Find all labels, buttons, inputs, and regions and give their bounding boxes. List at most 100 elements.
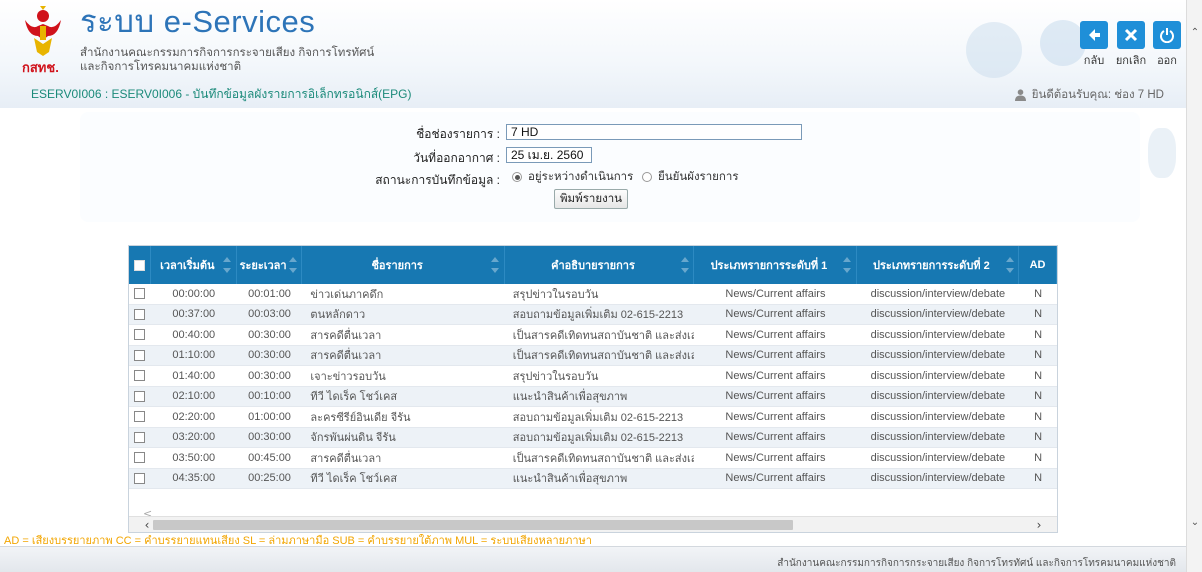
- table-row[interactable]: 03:50:00 00:45:00 สารคดีตื่นเวลา เป็นสาร…: [129, 448, 1057, 469]
- row-checkbox[interactable]: [134, 288, 146, 300]
- cancel-label[interactable]: ยกเลิก: [1111, 51, 1151, 69]
- cell-program-name: สารคดีตื่นเวลา: [310, 452, 382, 465]
- background-monitor-icon: [966, 22, 1022, 78]
- table-row[interactable]: 01:40:00 00:30:00 เจาะข่าวรอบวัน สรุปข่า…: [129, 366, 1057, 387]
- table-row[interactable]: 01:10:00 00:30:00 สารคดีตื่นเวลา เป็นสาร…: [129, 345, 1057, 366]
- date-label: วันที่ออกอากาศ :: [413, 151, 500, 165]
- cell-category-1: News/Current affairs: [725, 451, 826, 464]
- col-header-label: คำอธิบายรายการ: [551, 260, 635, 272]
- cell-description: เป็นสารคดีเทิดทนสถาบันชาติ และส่งเสริมวิ…: [512, 350, 694, 363]
- radio-selected-icon[interactable]: [512, 172, 522, 182]
- radio-unselected-icon[interactable]: [642, 172, 652, 182]
- select-all-checkbox[interactable]: [133, 259, 145, 271]
- cell-program-name: สารคดีตื่นเวลา: [310, 350, 382, 363]
- cell-duration: 00:30:00: [248, 431, 291, 444]
- cell-program-name: ข่าวเด่นภาคดึก: [310, 288, 384, 301]
- col-header-label: เวลาเริ่มต้น: [160, 260, 215, 272]
- row-checkbox[interactable]: [134, 411, 146, 423]
- cell-description: แนะนำสินค้าเพื่อสุขภาพ: [512, 391, 628, 404]
- cell-ad: N: [1034, 451, 1043, 464]
- cell-category-2: discussion/interview/debate: [870, 287, 1006, 300]
- table-row[interactable]: 00:37:00 00:03:00 ตนหลักดาว สอบถามข้อมูล…: [129, 304, 1057, 325]
- cell-program-name: ตนหลักดาว: [310, 309, 366, 322]
- sort-icon: [288, 257, 297, 273]
- cell-category-1: News/Current affairs: [725, 287, 826, 300]
- cell-category-2: discussion/interview/debate: [870, 431, 1006, 444]
- cell-start-time: 00:40:00: [172, 328, 216, 341]
- channel-name-field[interactable]: [506, 124, 802, 140]
- status-option-confirmed[interactable]: ยืนยันผังรายการ: [642, 168, 739, 186]
- back-label[interactable]: กลับ: [1074, 51, 1114, 69]
- row-checkbox[interactable]: [134, 431, 146, 443]
- table-horizontal-scrollbar[interactable]: ‹ ›: [129, 516, 1057, 532]
- table-row[interactable]: 03:20:00 00:30:00 จักรพันผ่นดิน จีรัน สอ…: [129, 427, 1057, 448]
- cell-start-time: 03:20:00: [172, 431, 216, 444]
- power-icon: [1160, 28, 1174, 43]
- cell-ad: N: [1034, 431, 1043, 444]
- cell-start-time: 00:37:00: [172, 308, 216, 321]
- garuda-emblem-icon: [25, 6, 61, 56]
- scroll-down-icon[interactable]: ⌄: [1187, 514, 1202, 530]
- table-body: 00:00:00 00:01:00 ข่าวเด่นภาคดึก สรุปข่า…: [129, 284, 1057, 489]
- cell-ad: N: [1034, 349, 1043, 362]
- status-option-label: อยู่ระหว่างดำเนินการ: [528, 171, 634, 183]
- back-button[interactable]: [1080, 21, 1108, 49]
- cell-duration: 00:03:00: [248, 308, 291, 321]
- col-header-duration[interactable]: ระยะเวลา: [237, 246, 303, 284]
- cell-category-2: discussion/interview/debate: [870, 390, 1006, 403]
- select-all-header: [129, 246, 151, 284]
- cell-description: สอบถามข้อมูลเพิ่มเติม 02-615-2213: [512, 411, 684, 424]
- col-header-start-time[interactable]: เวลาเริ่มต้น: [151, 246, 237, 284]
- table-row[interactable]: 00:40:00 00:30:00 สารคดีตื่นเวลา เป็นสาร…: [129, 325, 1057, 346]
- col-header-category-2[interactable]: ประเภทรายการระดับที่ 2: [857, 246, 1020, 284]
- scroll-right-icon[interactable]: ›: [1031, 517, 1047, 532]
- row-checkbox[interactable]: [134, 329, 146, 341]
- cell-program-name: จักรพันผ่นดิน จีรัน: [310, 432, 396, 445]
- exit-label[interactable]: ออก: [1147, 51, 1187, 69]
- cell-category-2: discussion/interview/debate: [870, 369, 1006, 382]
- agency-abbreviation: กสทช.: [22, 60, 59, 75]
- row-checkbox[interactable]: [134, 308, 146, 320]
- scroll-up-icon[interactable]: ⌃: [1187, 24, 1202, 40]
- cell-start-time: 02:10:00: [172, 390, 216, 403]
- table-row[interactable]: 04:35:00 00:25:00 ทีวี ไดเร็ค โชว์เคส แน…: [129, 468, 1057, 489]
- cell-category-1: News/Current affairs: [725, 308, 826, 321]
- cell-category-2: discussion/interview/debate: [870, 472, 1006, 485]
- org-name-line2: และกิจการโทรคมนาคมแห่งชาติ: [80, 61, 242, 73]
- row-checkbox[interactable]: [134, 390, 146, 402]
- broadcast-date-field[interactable]: [506, 147, 592, 163]
- print-report-button[interactable]: พิมพ์รายงาน: [554, 189, 628, 209]
- sort-icon: [491, 257, 500, 273]
- col-header-program-name[interactable]: ชื่อรายการ: [302, 246, 505, 284]
- cell-ad: N: [1034, 410, 1043, 423]
- col-header-description[interactable]: คำอธิบายรายการ: [505, 246, 695, 284]
- col-header-ad[interactable]: AD: [1019, 246, 1057, 284]
- page-vertical-scrollbar[interactable]: ⌃ ⌄: [1186, 0, 1202, 572]
- row-checkbox[interactable]: [134, 349, 146, 361]
- col-header-category-1[interactable]: ประเภทรายการระดับที่ 1: [694, 246, 857, 284]
- cell-start-time: 04:35:00: [172, 472, 216, 485]
- col-header-label: ประเภทรายการระดับที่ 1: [710, 260, 828, 272]
- table-row[interactable]: 02:20:00 01:00:00 ละครซีรีย์อินเดีย จีรั…: [129, 407, 1057, 428]
- status-option-in-progress[interactable]: อยู่ระหว่างดำเนินการ: [512, 168, 633, 186]
- cell-program-name: ละครซีรีย์อินเดีย จีรัน: [310, 411, 411, 424]
- background-wifi-icon: [1148, 128, 1176, 178]
- exit-button[interactable]: [1153, 21, 1181, 49]
- row-checkbox[interactable]: [134, 452, 146, 464]
- cell-ad: N: [1034, 390, 1043, 403]
- channel-label: ชื่อช่องรายการ :: [416, 127, 500, 141]
- cell-ad: N: [1034, 369, 1043, 382]
- cell-duration: 00:30:00: [248, 328, 291, 341]
- col-header-label: ชื่อรายการ: [371, 260, 423, 272]
- cell-start-time: 02:20:00: [172, 410, 216, 423]
- scrollbar-thumb[interactable]: [153, 520, 793, 530]
- table-row[interactable]: 02:10:00 00:10:00 ทีวี ไดเร็ค โชว์เคส แน…: [129, 386, 1057, 407]
- cell-description: แนะนำสินค้าเพื่อสุขภาพ: [512, 473, 628, 486]
- table-row[interactable]: 00:00:00 00:01:00 ข่าวเด่นภาคดึก สรุปข่า…: [129, 284, 1057, 305]
- cell-description: สรุปข่าวในรอบวัน: [512, 288, 599, 301]
- cell-duration: 01:00:00: [248, 410, 291, 423]
- row-checkbox[interactable]: [134, 370, 146, 382]
- close-icon: [1124, 28, 1138, 42]
- row-checkbox[interactable]: [134, 472, 146, 484]
- cancel-button[interactable]: [1117, 21, 1145, 49]
